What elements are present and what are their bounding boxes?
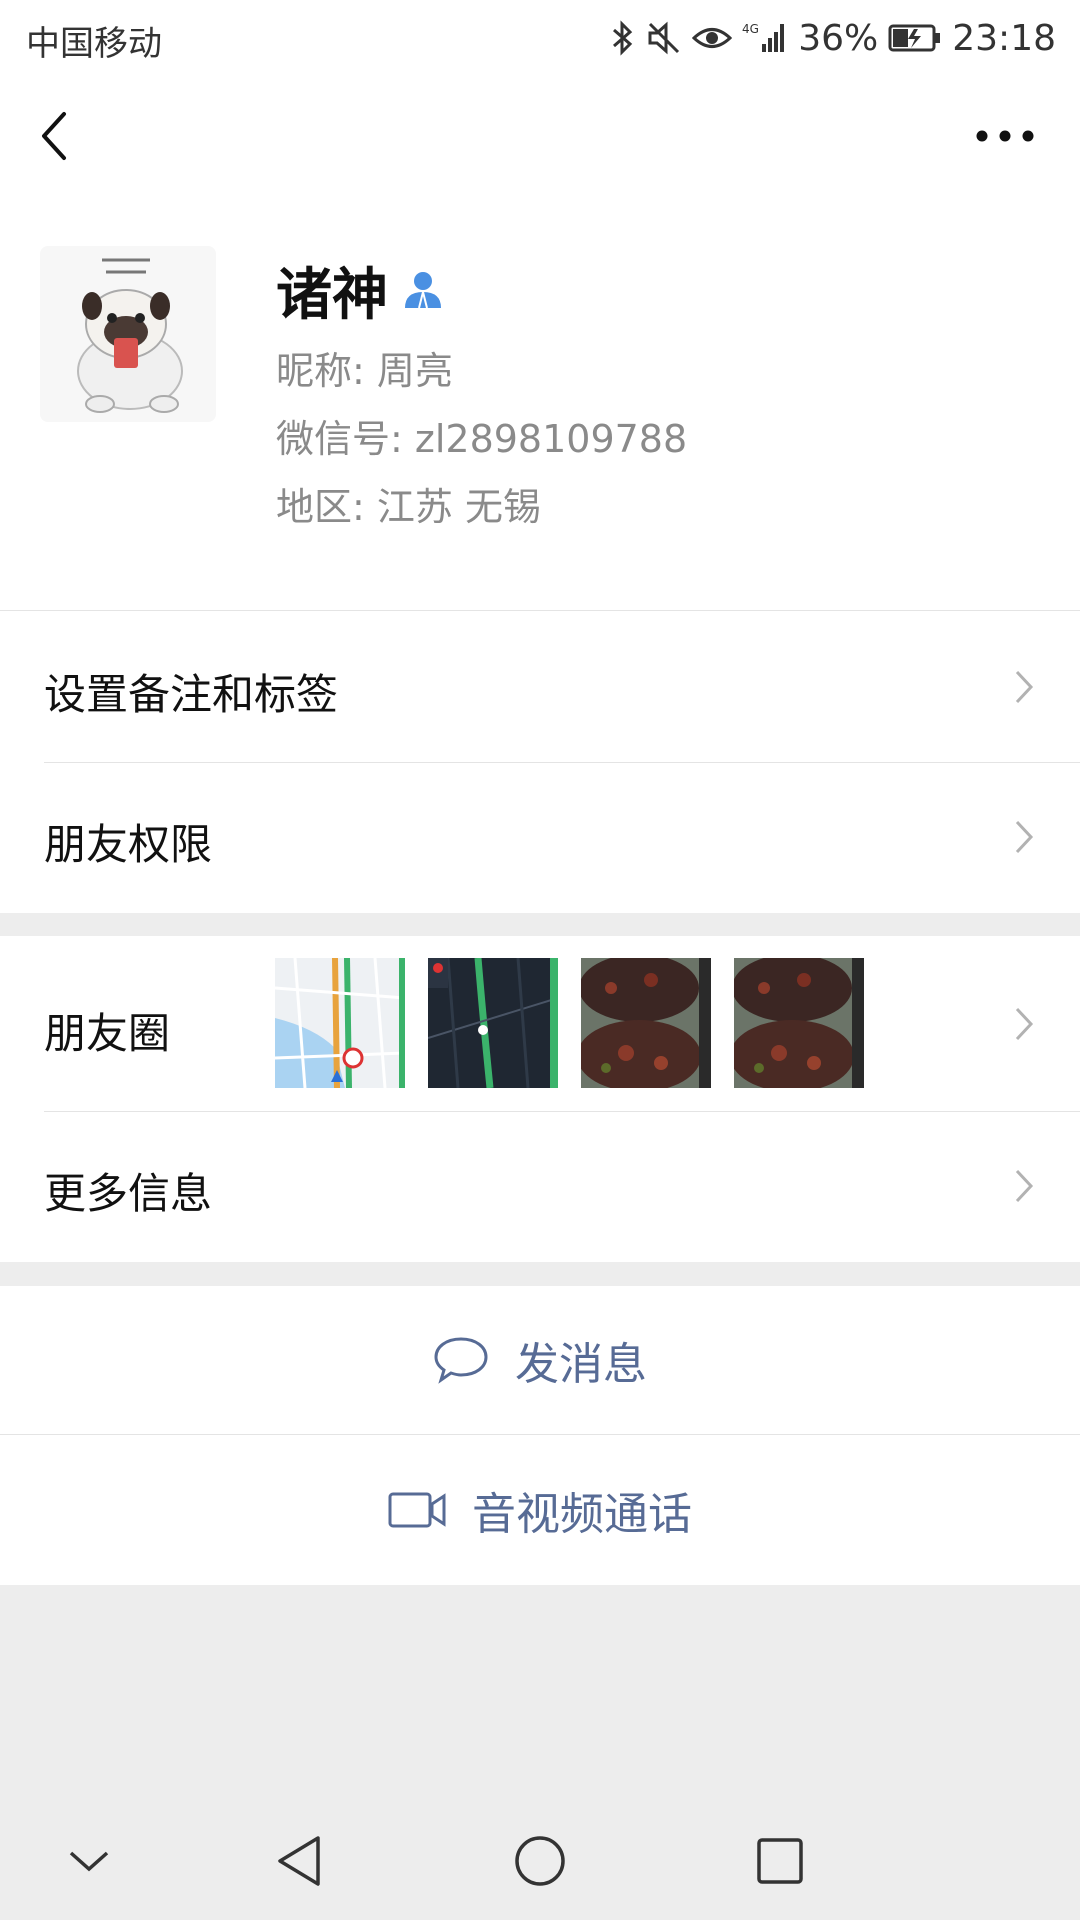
triangle-back-icon [278,1836,320,1886]
back-button[interactable] [32,104,80,168]
wechat-id: 微信号: zl2898109788 [276,417,688,461]
chevron-right-icon [1015,820,1034,854]
moments-row[interactable]: 朋友圈 [0,936,1080,1111]
chevron-left-icon [42,112,66,160]
friend-permissions-label: 朋友权限 [44,820,213,869]
friend-permissions-row[interactable]: 朋友权限 [0,763,1080,913]
video-camera-icon [388,1492,446,1528]
square-recents-icon [757,1838,803,1884]
remark-tags-row[interactable]: 设置备注和标签 [0,611,1080,762]
moments-section: 朋友圈 更多信息 [0,936,1080,1262]
name-row: 诸神 [276,250,444,331]
nav-home-button[interactable] [505,1826,575,1896]
map-thumbnail [275,958,405,1088]
carrier-label: 中国移动 [26,24,162,64]
signal-icon: 4G [742,20,788,56]
network-label: 4G [742,22,759,36]
mute-icon [646,20,682,56]
battery-charging-icon [888,23,942,53]
send-message-button[interactable]: 发消息 [0,1286,1080,1434]
clock: 23:18 [952,17,1056,59]
crayfish-photo [734,958,864,1088]
chevron-right-icon [1015,1169,1034,1203]
moments-label: 朋友圈 [44,1009,171,1058]
more-button[interactable] [970,118,1040,154]
contact-name: 诸神 [276,263,388,328]
chevron-right-icon [1015,1007,1034,1041]
more-info-label: 更多信息 [44,1169,213,1218]
video-call-button[interactable]: 音视频通话 [0,1435,1080,1585]
moments-thumbnails [275,958,875,1088]
video-call-label: 音视频通话 [472,1489,692,1540]
chevron-down-icon [69,1851,109,1872]
status-bar: 中国移动 4G 36% 23:18 [0,0,1080,76]
nav-back-button[interactable] [264,1826,334,1896]
person-icon [402,268,444,314]
more-info-row[interactable]: 更多信息 [0,1112,1080,1262]
send-message-label: 发消息 [515,1339,647,1390]
eye-icon [692,23,733,53]
region: 地区: 江苏 无锡 [276,485,541,529]
circle-home-icon [515,1836,565,1886]
chat-bubble-icon [434,1337,488,1384]
crayfish-photo [581,958,711,1088]
chevron-right-icon [1015,670,1034,704]
settings-section: 设置备注和标签 朋友权限 [0,610,1080,913]
remark-tags-label: 设置备注和标签 [44,670,339,719]
collapse-nav-button[interactable] [54,1826,124,1896]
bluetooth-icon [610,20,636,56]
battery-percent: 36% [798,17,879,59]
avatar[interactable] [40,246,216,422]
nav-recents-button[interactable] [745,1826,815,1896]
nickname: 昵称: 周亮 [276,349,453,393]
night-map-thumbnail [428,958,558,1088]
more-dots-icon [976,130,1034,142]
status-icons: 4G 36% 23:18 [610,14,1056,62]
